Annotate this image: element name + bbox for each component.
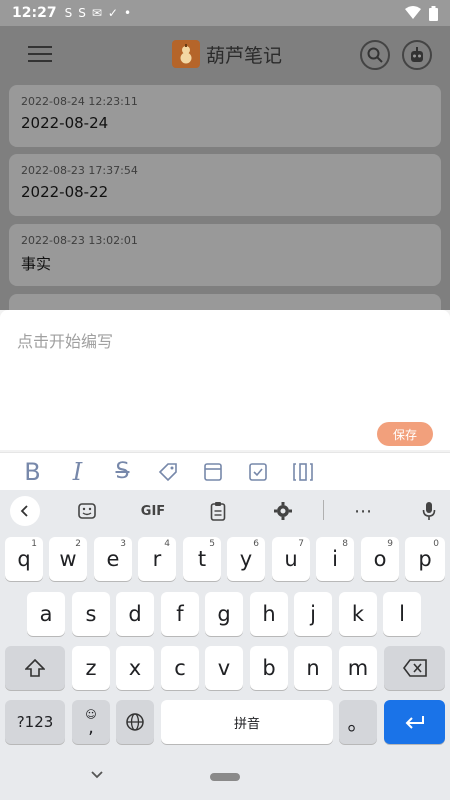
keyboard-toolbar: GIF ⋯ xyxy=(0,490,450,530)
key-e[interactable]: e3 xyxy=(94,537,132,581)
note-title: 2022-08-22 xyxy=(21,183,109,201)
status-bar: 12:27 S S ✉ ✓ • xyxy=(0,0,450,26)
soft-keyboard: GIF ⋯ q1 w2 e3 r4 t5 y6 u7 i8 o9 p0 a s … xyxy=(0,490,450,800)
key-z[interactable]: z xyxy=(72,646,110,690)
app-header: 葫芦笔记 xyxy=(0,26,450,84)
status-app-icon: S xyxy=(64,6,73,20)
bold-icon[interactable]: B xyxy=(10,457,55,487)
sticker-icon[interactable] xyxy=(74,498,100,524)
status-dot-icon: • xyxy=(123,6,132,20)
status-message-icon: ✉ xyxy=(91,6,102,20)
app-brand: 葫芦笔记 xyxy=(172,40,282,68)
gif-button[interactable]: GIF xyxy=(136,498,170,524)
key-l[interactable]: l xyxy=(383,592,421,636)
shift-icon xyxy=(25,659,45,677)
enter-icon xyxy=(405,716,424,729)
key-n[interactable]: n xyxy=(294,646,332,690)
system-nav-bar xyxy=(0,760,450,800)
app-logo-icon xyxy=(172,40,200,68)
status-time: 12:27 xyxy=(12,5,57,21)
search-icon[interactable] xyxy=(360,40,390,70)
key-y[interactable]: y6 xyxy=(227,537,265,581)
chevron-down-icon[interactable] xyxy=(90,768,104,784)
globe-key[interactable] xyxy=(116,700,154,744)
clipboard-icon[interactable] xyxy=(205,498,231,524)
comma-emoji-key[interactable]: ☺ , xyxy=(72,700,110,744)
format-toolbar: B I S xyxy=(0,452,450,490)
key-u[interactable]: u7 xyxy=(272,537,310,581)
key-q[interactable]: q1 xyxy=(5,537,43,581)
key-p[interactable]: p0 xyxy=(405,537,445,581)
globe-icon xyxy=(126,713,144,731)
checklist-icon[interactable] xyxy=(235,457,280,487)
home-handle[interactable] xyxy=(210,773,240,781)
italic-icon[interactable]: I xyxy=(55,457,100,487)
key-row-3: z x c v b n m xyxy=(0,646,450,690)
note-title: 2022-08-24 xyxy=(21,114,109,132)
shift-key[interactable] xyxy=(5,646,65,690)
enter-key[interactable] xyxy=(384,700,445,744)
note-list: 2022-08-24 12:23:11 2022-08-24 2022-08-2… xyxy=(0,84,450,310)
period-key[interactable]: 。 xyxy=(339,700,377,744)
key-k[interactable]: k xyxy=(339,592,377,636)
note-editor[interactable]: 点击开始编写 保存 xyxy=(0,310,450,450)
status-check-icon: ✓ xyxy=(107,6,118,20)
key-s[interactable]: s xyxy=(72,592,110,636)
more-options-icon[interactable]: ⋯ xyxy=(350,498,376,524)
key-j[interactable]: j xyxy=(294,592,332,636)
settings-gear-icon[interactable] xyxy=(270,498,296,524)
editor-placeholder[interactable]: 点击开始编写 xyxy=(17,328,113,352)
key-i[interactable]: i8 xyxy=(316,537,354,581)
toolbar-divider xyxy=(323,500,324,520)
key-c[interactable]: c xyxy=(161,646,199,690)
note-date: 2022-08-24 12:23:11 xyxy=(21,95,138,108)
symbols-key[interactable]: ?123 xyxy=(5,700,65,744)
backspace-icon xyxy=(402,659,427,677)
robot-icon[interactable] xyxy=(402,40,432,70)
wifi-icon xyxy=(405,6,421,19)
note-date: 2022-08-23 13:02:01 xyxy=(21,234,138,247)
chevron-left-icon[interactable] xyxy=(10,496,40,526)
strikethrough-icon[interactable]: S xyxy=(100,457,145,487)
key-row-2: a s d f g h j k l xyxy=(0,592,450,636)
note-date: 2022-08-23 17:37:54 xyxy=(21,164,138,177)
columns-icon[interactable] xyxy=(280,457,325,487)
status-app-icon: S xyxy=(78,6,86,20)
key-m[interactable]: m xyxy=(339,646,377,690)
app-title: 葫芦笔记 xyxy=(206,44,283,67)
key-row-bottom: ?123 ☺ , 拼音 。 xyxy=(0,700,450,744)
key-a[interactable]: a xyxy=(27,592,65,636)
key-t[interactable]: t5 xyxy=(183,537,221,581)
card-icon[interactable] xyxy=(190,457,235,487)
space-key[interactable]: 拼音 xyxy=(161,700,333,744)
note-card[interactable]: 2022-08-23 13:02:01 事实 xyxy=(9,224,441,286)
key-o[interactable]: o9 xyxy=(361,537,399,581)
tag-icon[interactable] xyxy=(145,457,190,487)
key-row-1: q1 w2 e3 r4 t5 y6 u7 i8 o9 p0 xyxy=(0,537,450,581)
key-d[interactable]: d xyxy=(116,592,154,636)
note-card[interactable] xyxy=(9,294,441,310)
note-card[interactable]: 2022-08-24 12:23:11 2022-08-24 xyxy=(9,85,441,147)
note-title: 事实 xyxy=(21,255,52,273)
key-h[interactable]: h xyxy=(250,592,288,636)
key-x[interactable]: x xyxy=(116,646,154,690)
microphone-icon[interactable] xyxy=(416,498,442,524)
key-b[interactable]: b xyxy=(250,646,288,690)
menu-icon[interactable] xyxy=(28,46,52,64)
save-button[interactable]: 保存 xyxy=(377,422,433,446)
key-w[interactable]: w2 xyxy=(49,537,87,581)
battery-icon xyxy=(429,5,438,21)
backspace-key[interactable] xyxy=(384,646,445,690)
key-v[interactable]: v xyxy=(205,646,243,690)
key-f[interactable]: f xyxy=(161,592,199,636)
key-g[interactable]: g xyxy=(205,592,243,636)
note-card[interactable]: 2022-08-23 17:37:54 2022-08-22 xyxy=(9,154,441,216)
key-r[interactable]: r4 xyxy=(138,537,176,581)
